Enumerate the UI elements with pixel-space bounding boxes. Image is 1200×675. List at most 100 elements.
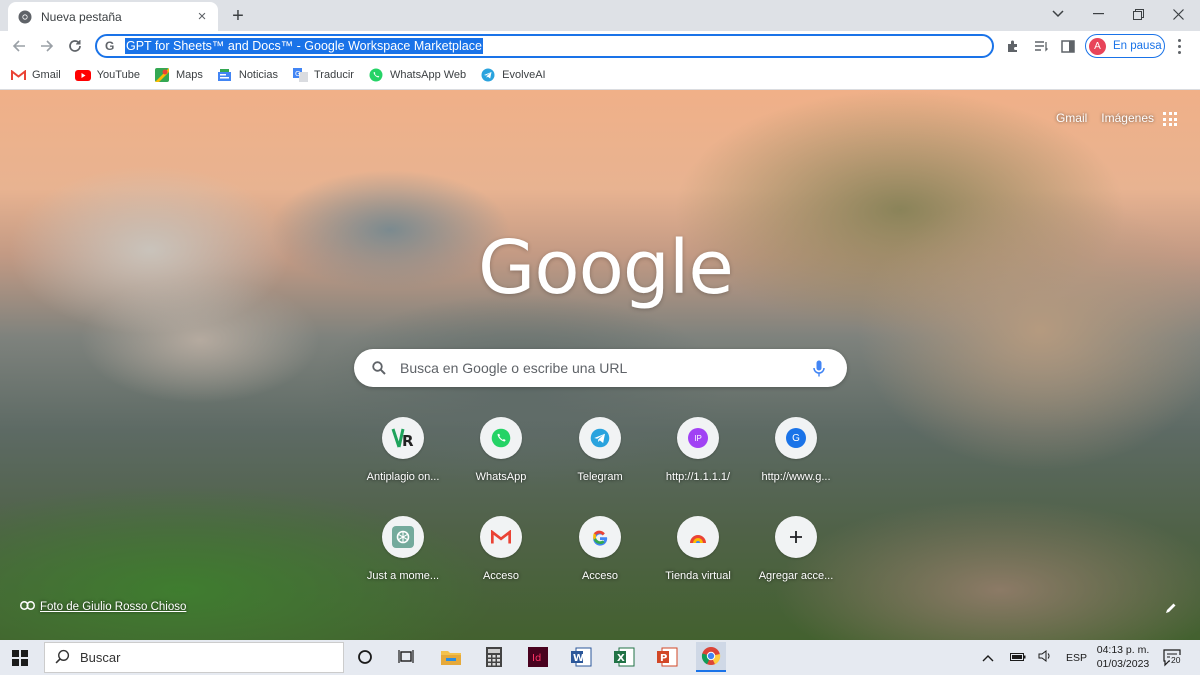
tab-strip: Nueva pestaña × + bbox=[0, 0, 1200, 31]
shortcut-just-a-moment[interactable]: Just a mome... bbox=[355, 516, 451, 606]
restore-icon[interactable] bbox=[1118, 0, 1158, 28]
minimize-icon[interactable] bbox=[1078, 0, 1118, 28]
gmail-icon bbox=[10, 68, 26, 82]
shortcut-www-g[interactable]: G http://www.g... bbox=[748, 417, 844, 507]
clock-date: 01/03/2023 bbox=[1096, 658, 1150, 670]
shortcut-telegram[interactable]: Telegram bbox=[552, 417, 648, 507]
notifications-icon[interactable]: 20 bbox=[1163, 649, 1183, 667]
taskbar-search[interactable]: Buscar bbox=[44, 642, 344, 673]
forward-icon[interactable] bbox=[36, 35, 58, 57]
shortcut-acceso-google[interactable]: Acceso bbox=[552, 516, 648, 606]
shortcut-label: http://www.g... bbox=[761, 471, 831, 483]
tab-new-tab[interactable]: Nueva pestaña × bbox=[8, 2, 218, 31]
bookmark-label: WhatsApp Web bbox=[389, 69, 467, 81]
g-letter-icon: G bbox=[775, 417, 817, 459]
close-tab-icon[interactable]: × bbox=[194, 8, 210, 25]
task-view-icon[interactable] bbox=[395, 645, 419, 669]
ip-icon: IP bbox=[677, 417, 719, 459]
clock-time: 04:13 p. m. bbox=[1096, 644, 1150, 656]
svg-text:G: G bbox=[295, 70, 300, 78]
back-icon[interactable] bbox=[8, 35, 30, 57]
battery-icon[interactable] bbox=[1010, 651, 1026, 665]
customize-pencil-icon[interactable] bbox=[1165, 602, 1177, 617]
shortcut-tienda-virtual[interactable]: Tienda virtual bbox=[650, 516, 746, 606]
ntp-top-links: Gmail Imágenes bbox=[1056, 111, 1154, 125]
shortcut-whatsapp[interactable]: WhatsApp bbox=[453, 417, 549, 507]
svg-text:P: P bbox=[660, 653, 667, 664]
store-icon bbox=[677, 516, 719, 558]
shortcut-label: Telegram bbox=[577, 471, 623, 483]
reading-list-icon[interactable] bbox=[1031, 36, 1051, 56]
taskbar-search-label: Buscar bbox=[80, 650, 121, 665]
indesign-icon[interactable]: Id bbox=[526, 645, 550, 669]
chatgpt-icon bbox=[382, 516, 424, 558]
bookmark-label: Noticias bbox=[238, 69, 278, 81]
cortana-icon[interactable] bbox=[353, 645, 377, 669]
photo-attribution[interactable]: Foto de Giulio Rosso Chioso bbox=[20, 601, 186, 613]
volume-icon[interactable] bbox=[1038, 650, 1052, 665]
add-shortcut-button[interactable]: Agregar acce... bbox=[748, 516, 844, 606]
tab-search-icon[interactable] bbox=[1038, 0, 1078, 28]
shortcut-label: Acceso bbox=[581, 570, 619, 582]
ntp-search-box[interactable]: Busca en Google o escribe una URL bbox=[354, 349, 847, 387]
powerpoint-icon[interactable]: P bbox=[655, 645, 679, 669]
chevron-up-icon[interactable] bbox=[982, 651, 994, 665]
bookmark-traducir[interactable]: G Traducir bbox=[292, 68, 354, 82]
google-logo: Google bbox=[478, 225, 734, 311]
word-icon[interactable]: W bbox=[569, 645, 593, 669]
whatsapp-icon bbox=[368, 68, 384, 82]
shortcut-1-1-1-1[interactable]: IP http://1.1.1.1/ bbox=[650, 417, 746, 507]
address-bar-text[interactable]: GPT for Sheets™ and Docs™ - Google Works… bbox=[125, 38, 483, 54]
link-icon bbox=[20, 601, 35, 613]
news-icon bbox=[217, 68, 233, 82]
shortcut-label: http://1.1.1.1/ bbox=[665, 471, 731, 483]
svg-text:W: W bbox=[573, 653, 584, 664]
excel-icon[interactable]: X bbox=[612, 645, 636, 669]
language-indicator[interactable]: ESP bbox=[1066, 652, 1087, 664]
shortcut-acceso-gmail[interactable]: Acceso bbox=[453, 516, 549, 606]
side-panel-icon[interactable] bbox=[1058, 36, 1078, 56]
shortcut-label: Just a mome... bbox=[366, 570, 440, 582]
notification-count: 20 bbox=[1170, 655, 1182, 665]
file-explorer-icon[interactable] bbox=[439, 645, 463, 669]
bookmark-maps[interactable]: Maps bbox=[154, 68, 203, 82]
maps-icon bbox=[154, 68, 170, 82]
windows-start-icon[interactable] bbox=[12, 650, 28, 666]
profile-button[interactable]: A En pausa bbox=[1085, 34, 1165, 58]
bookmark-evolveai[interactable]: EvolveAI bbox=[480, 68, 546, 82]
shortcut-antiplagio[interactable]: R Antiplagio on... bbox=[355, 417, 451, 507]
images-link[interactable]: Imágenes bbox=[1101, 111, 1154, 125]
bookmarks-bar: Gmail YouTube Maps Noticias G Traducir W… bbox=[0, 61, 1200, 90]
bookmark-youtube[interactable]: YouTube bbox=[74, 68, 140, 82]
svg-text:X: X bbox=[617, 653, 625, 664]
gmail-icon bbox=[480, 516, 522, 558]
chrome-taskbar-icon[interactable] bbox=[696, 642, 726, 672]
svg-text:R: R bbox=[402, 432, 414, 449]
youtube-icon bbox=[74, 68, 91, 82]
reload-icon[interactable] bbox=[64, 35, 86, 57]
avatar: A bbox=[1089, 37, 1106, 55]
svg-text:Id: Id bbox=[532, 653, 541, 664]
microphone-icon[interactable] bbox=[809, 360, 829, 377]
new-tab-button[interactable]: + bbox=[227, 5, 249, 27]
bookmark-label: Maps bbox=[175, 69, 203, 81]
bookmark-noticias[interactable]: Noticias bbox=[217, 68, 278, 82]
menu-icon[interactable] bbox=[1172, 36, 1186, 56]
calculator-icon[interactable] bbox=[482, 645, 506, 669]
google-icon bbox=[579, 516, 621, 558]
windows-taskbar: Buscar Id W X P ESP 04:13 p. m. 01/03/20… bbox=[0, 640, 1200, 675]
attribution-text: Foto de Giulio Rosso Chioso bbox=[40, 601, 187, 613]
apps-grid-icon[interactable] bbox=[1163, 112, 1177, 126]
gmail-link[interactable]: Gmail bbox=[1056, 111, 1087, 125]
bookmark-gmail[interactable]: Gmail bbox=[10, 68, 61, 82]
antiplagio-icon: R bbox=[382, 417, 424, 459]
system-clock[interactable]: 04:13 p. m. 01/03/2023 bbox=[1095, 643, 1151, 671]
close-icon[interactable] bbox=[1158, 0, 1198, 28]
shortcut-label: Agregar acce... bbox=[758, 570, 834, 582]
extensions-icon[interactable] bbox=[1003, 36, 1023, 56]
telegram-icon bbox=[480, 68, 496, 82]
bookmark-whatsapp-web[interactable]: WhatsApp Web bbox=[368, 68, 466, 82]
shortcut-label: Antiplagio on... bbox=[366, 471, 440, 483]
address-bar[interactable]: G GPT for Sheets™ and Docs™ - Google Wor… bbox=[95, 34, 994, 58]
bookmark-label: EvolveAI bbox=[502, 69, 546, 81]
